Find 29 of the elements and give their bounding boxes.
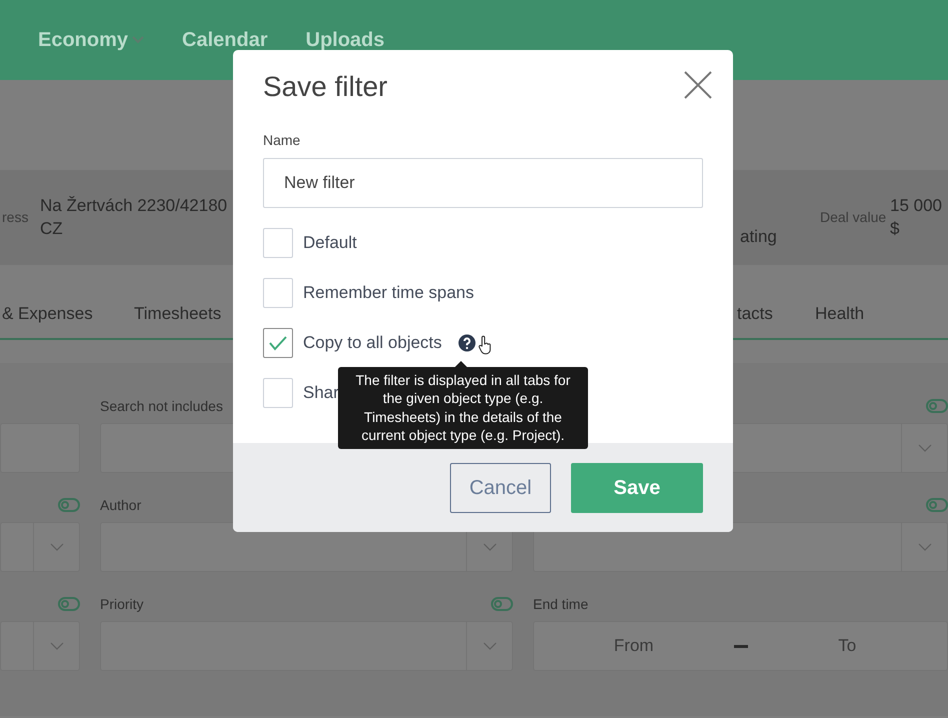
tooltip: The filter is displayed in all tabs for the given object type (e.g. Timesheets) in the details of the current object type (e.g. Project).	[338, 367, 588, 449]
tab[interactable]: tacts	[737, 301, 773, 327]
range-field[interactable]: From To	[533, 621, 948, 671]
field-label: End time	[533, 594, 588, 614]
field-label: ress	[2, 208, 30, 228]
save-button[interactable]: Save	[571, 462, 703, 512]
tab[interactable]: Health	[815, 301, 864, 327]
range-to: To	[837, 635, 858, 658]
field-value: Na Žertvách 2230/42180 CZ	[40, 194, 228, 240]
tab[interactable]: Timesheets	[134, 301, 222, 327]
field-label: Priority	[100, 594, 144, 614]
field-label: Deal value	[820, 208, 888, 228]
cancel-button[interactable]: Cancel	[450, 462, 551, 512]
nav-link[interactable]: Uploads	[306, 29, 385, 51]
field-label: Search not includes	[100, 396, 223, 416]
tab[interactable]: & Expenses	[2, 301, 93, 327]
field-label: Author	[100, 496, 142, 514]
checkbox-label: Copy to all objects	[303, 332, 442, 354]
field-value: 15 000 $	[890, 194, 942, 240]
checkbox-label: Default	[303, 232, 357, 254]
checkbox-label: Remember time spans	[303, 282, 474, 304]
range-from: From	[612, 635, 655, 658]
modal-title: Save filter	[263, 70, 388, 104]
nav-link[interactable]: Economy	[38, 29, 144, 51]
name-input[interactable]: New filter	[263, 158, 703, 208]
field-label: Name	[263, 131, 302, 150]
nav-link[interactable]: Calendar	[182, 29, 268, 51]
checkbox-label: Shar	[303, 382, 339, 404]
field-value: ating	[740, 226, 777, 248]
